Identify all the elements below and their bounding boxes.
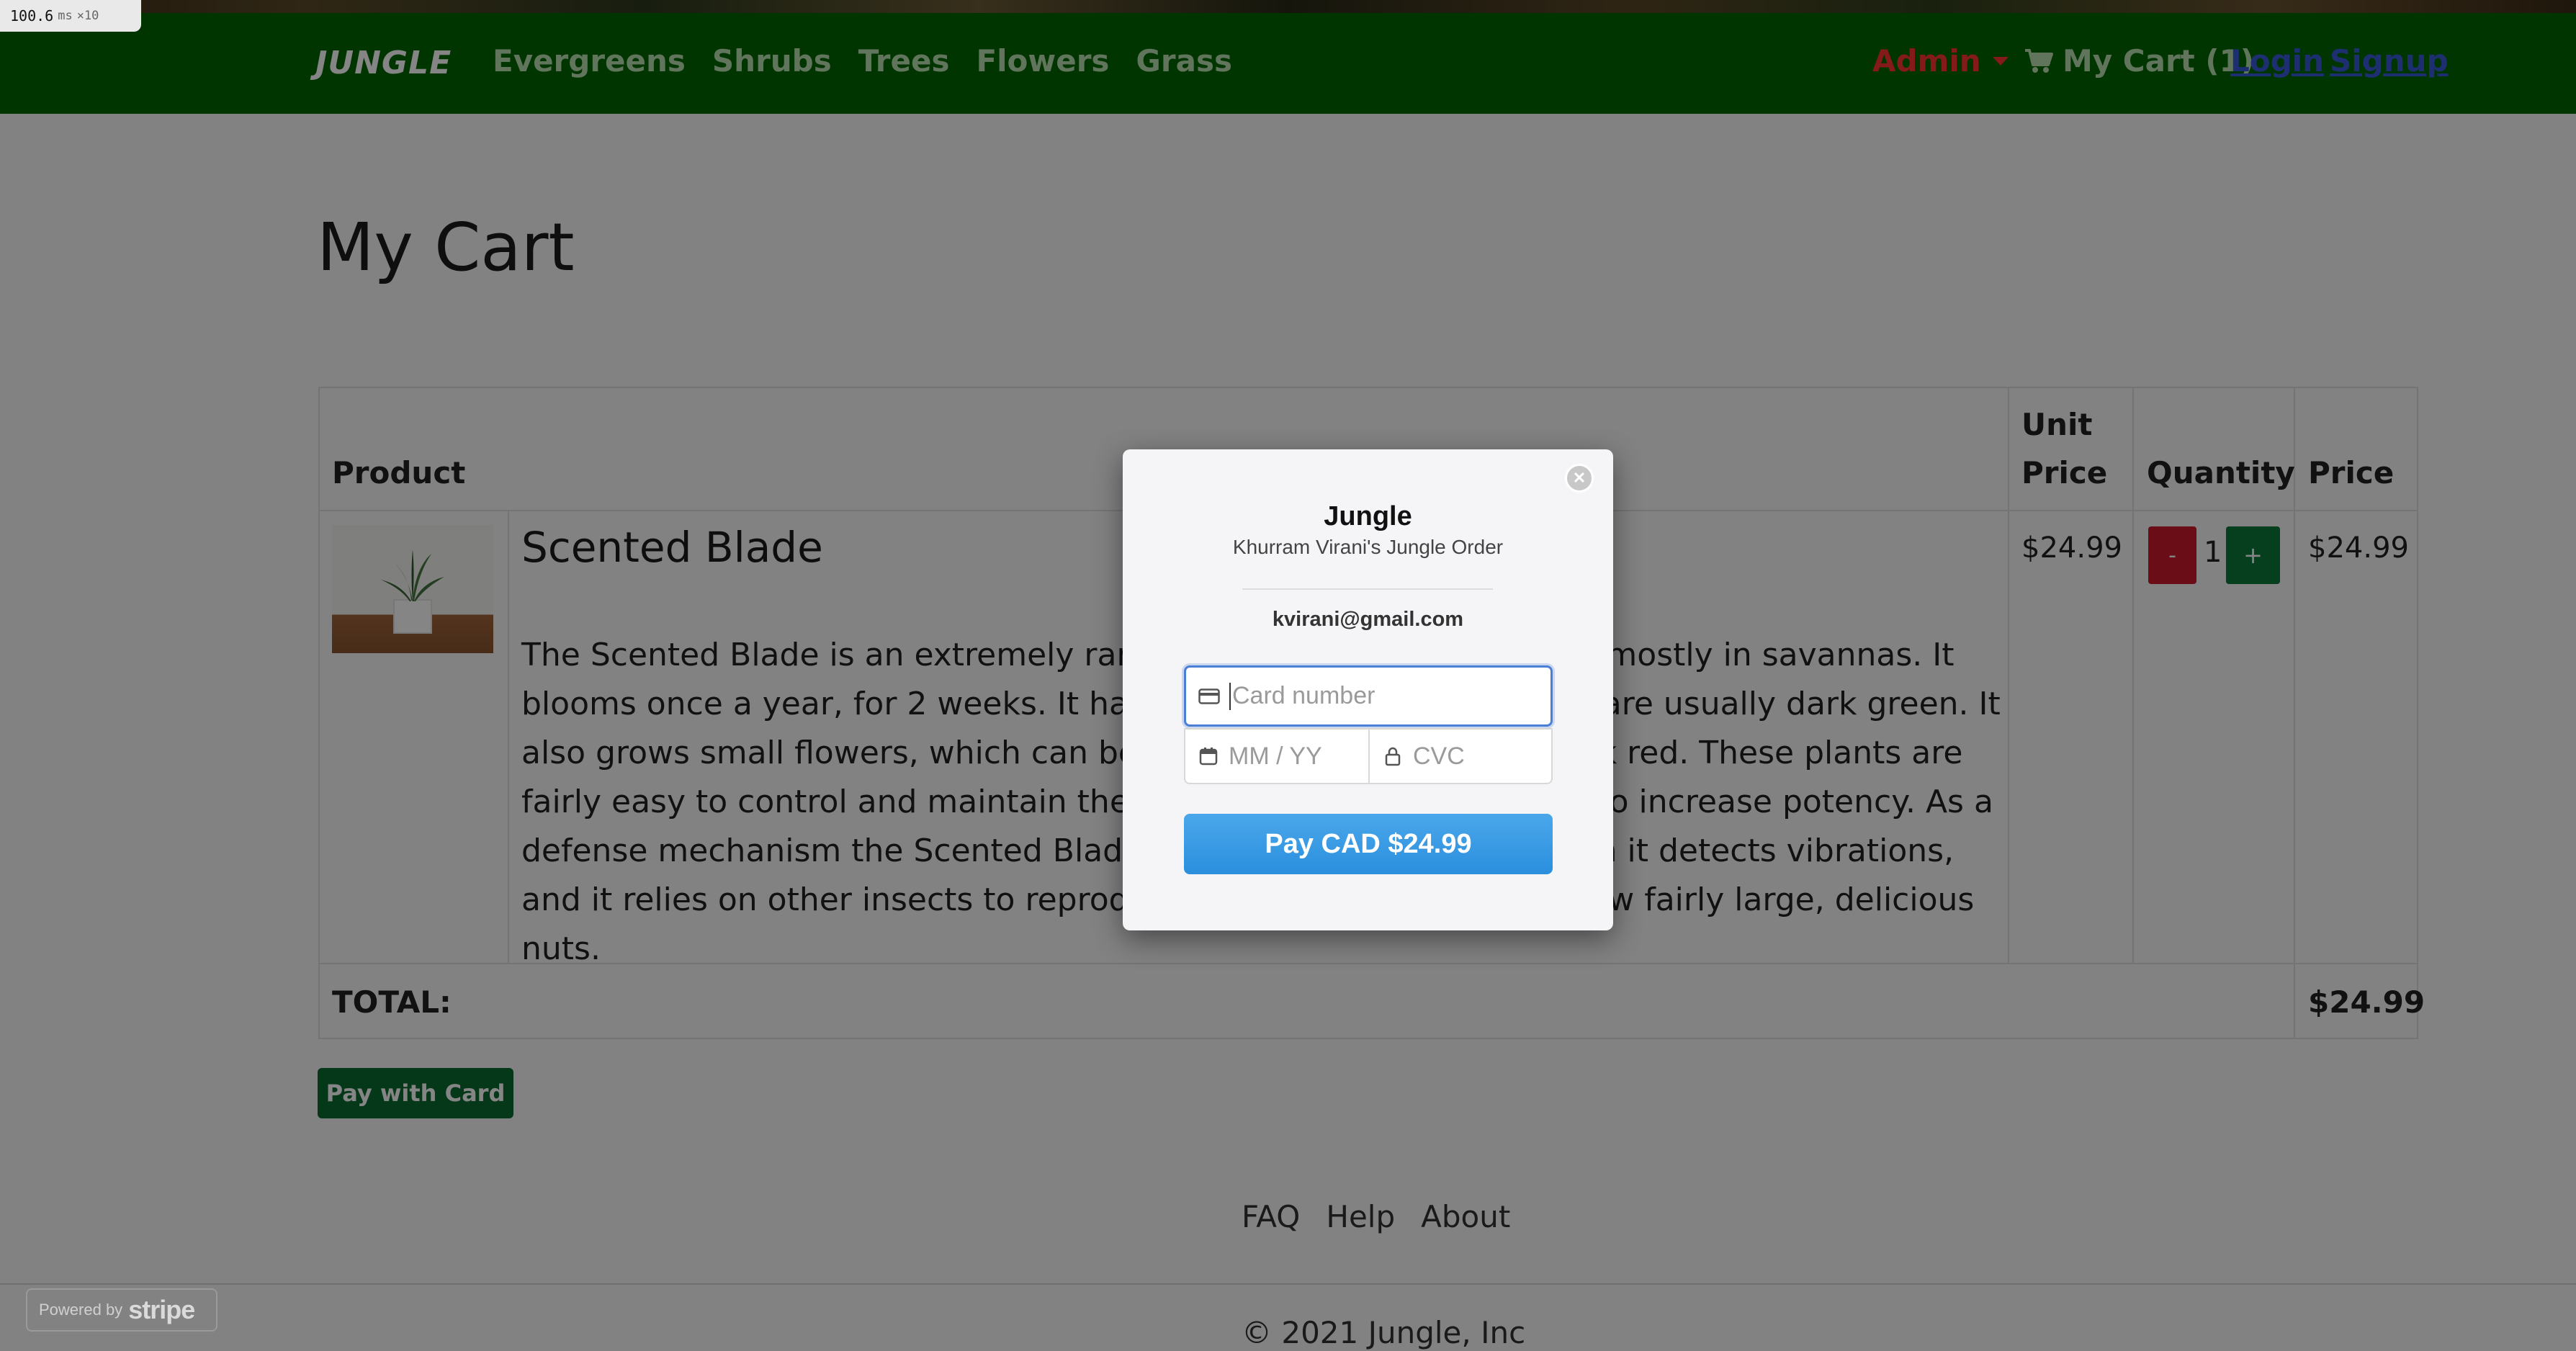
- perf-value: 100.6: [10, 7, 54, 24]
- cvc-field[interactable]: CVC: [1368, 728, 1553, 784]
- perf-multiplier: ×10: [76, 9, 99, 23]
- powered-by-stripe-badge[interactable]: Powered by stripe: [26, 1288, 217, 1332]
- order-description: Khurram Virani's Jungle Order: [1232, 536, 1504, 558]
- stripe-logo: stripe: [128, 1295, 195, 1324]
- stripe-checkout-modal: ✕ Jungle Khurram Virani's Jungle Order k…: [1123, 449, 1613, 930]
- text-cursor: [1229, 682, 1231, 710]
- credit-card-icon: [1196, 688, 1222, 704]
- close-icon[interactable]: ✕: [1565, 464, 1594, 493]
- card-number-field[interactable]: Card number: [1184, 665, 1553, 727]
- powered-by-label: Powered by: [39, 1301, 123, 1319]
- customer-email: kvirani@gmail.com: [1272, 608, 1464, 631]
- perf-unit: ms: [58, 9, 73, 23]
- pay-cad-button[interactable]: Pay CAD $24.99: [1184, 814, 1553, 874]
- merchant-name: Jungle: [1324, 501, 1412, 531]
- performance-overlay: 100.6 ms ×10: [0, 0, 141, 32]
- calendar-icon: [1195, 747, 1221, 766]
- modal-divider: [1242, 588, 1493, 590]
- lock-icon: [1380, 746, 1406, 766]
- card-number-placeholder: Card number: [1232, 682, 1375, 709]
- expiry-field[interactable]: MM / YY: [1184, 728, 1368, 784]
- cvc-placeholder: CVC: [1413, 742, 1465, 770]
- expiry-placeholder: MM / YY: [1229, 742, 1322, 770]
